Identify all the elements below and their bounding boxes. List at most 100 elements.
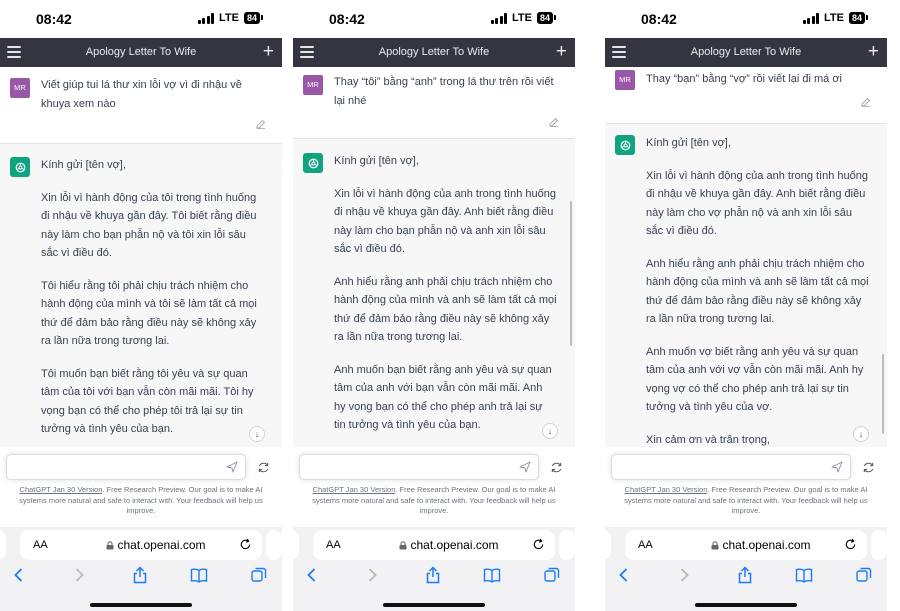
back-arrow-icon[interactable] <box>303 566 321 584</box>
pencil-icon[interactable] <box>861 97 871 107</box>
user-avatar: MR <box>10 78 30 98</box>
text-size-button[interactable]: AA <box>638 539 653 551</box>
bookmarks-icon[interactable] <box>483 566 501 584</box>
next-tab[interactable] <box>559 530 575 560</box>
battery-icon: 84 <box>848 12 869 24</box>
address-bar[interactable]: AA chat.openai.com <box>313 530 555 560</box>
paragraph: Anh muốn bạn biết rằng anh yêu và sự qua… <box>334 363 552 432</box>
address-bar[interactable]: AA chat.openai.com <box>20 530 262 560</box>
bookmarks-icon[interactable] <box>795 566 813 584</box>
address-bar[interactable]: AA chat.openai.com <box>625 530 867 560</box>
phone-screen-1: 08:42 LTE 84 Apology Letter To Wife + MR… <box>0 0 282 611</box>
paragraph: Anh hiểu rằng anh phải chịu trách nhiệm … <box>646 257 869 326</box>
paragraph: Xin lỗi vì hành động của anh trong tình … <box>646 169 869 238</box>
plus-icon[interactable]: + <box>868 40 879 64</box>
pencil-icon[interactable] <box>549 117 559 127</box>
version-link[interactable]: ChatGPT Jan 30 Version <box>313 485 396 494</box>
home-indicator[interactable] <box>695 603 797 607</box>
paragraph: Kính gửi [tên vợ], <box>41 159 126 171</box>
prev-tab[interactable] <box>0 530 6 560</box>
next-tab[interactable] <box>266 530 282 560</box>
forward-arrow-icon[interactable] <box>363 566 381 584</box>
phone-screen-2: 08:42 LTE 84 Apology Letter To Wife + MR… <box>293 0 575 611</box>
lock-icon <box>399 541 407 550</box>
version-link[interactable]: ChatGPT Jan 30 Version <box>20 485 103 494</box>
chat-header: Apology Letter To Wife + <box>293 38 575 67</box>
back-arrow-icon[interactable] <box>10 566 28 584</box>
hamburger-icon[interactable] <box>612 46 626 58</box>
refresh-icon[interactable] <box>257 461 270 474</box>
version-link[interactable]: ChatGPT Jan 30 Version <box>625 485 708 494</box>
next-tab[interactable] <box>871 530 887 560</box>
status-time: 08:42 <box>329 11 365 27</box>
user-avatar: MR <box>303 75 323 95</box>
chat-thread[interactable]: MR Thay “bạn” bằng “vợ” rồi viết lại đi … <box>605 67 887 447</box>
paragraph: Tôi hiểu rằng tôi phải chịu trách nhiệm … <box>41 279 257 348</box>
message-input[interactable] <box>299 454 539 480</box>
arrow-down-icon[interactable]: ↓ <box>853 426 869 442</box>
reload-icon[interactable] <box>239 538 252 551</box>
plus-icon[interactable]: + <box>556 40 567 64</box>
status-time: 08:42 <box>641 11 677 27</box>
status-bar: 08:42 LTE 84 <box>0 0 282 38</box>
prev-tab[interactable] <box>293 530 299 560</box>
home-indicator[interactable] <box>383 603 485 607</box>
battery-icon: 84 <box>536 12 557 24</box>
hamburger-icon[interactable] <box>7 46 21 58</box>
tabs-icon[interactable] <box>543 566 561 584</box>
arrow-down-icon[interactable]: ↓ <box>249 426 265 442</box>
browser-toolbar <box>605 566 887 588</box>
openai-logo-icon <box>10 157 30 177</box>
reload-icon[interactable] <box>844 538 857 551</box>
signal-icon <box>490 12 508 24</box>
chat-thread[interactable]: MR Viết giúp tui lá thư xin lỗi vợ vì đi… <box>0 67 282 447</box>
browser-bar: AA chat.openai.com <box>293 527 575 611</box>
chat-title: Apology Letter To Wife <box>690 46 802 58</box>
pencil-icon[interactable] <box>256 119 266 129</box>
assistant-message: Kính gửi [tên vợ], Xin lỗi vì hành động … <box>605 124 887 447</box>
user-message: MR Thay “bạn” bằng “vợ” rồi viết lại đi … <box>605 67 887 124</box>
browser-toolbar <box>0 566 282 588</box>
refresh-icon[interactable] <box>550 461 563 474</box>
message-input[interactable] <box>611 454 851 480</box>
text-size-button[interactable]: AA <box>33 539 48 551</box>
tabs-icon[interactable] <box>855 566 873 584</box>
url-text: chat.openai.com <box>685 538 837 552</box>
scrollbar[interactable] <box>882 354 884 434</box>
share-icon[interactable] <box>736 566 754 584</box>
arrow-down-icon[interactable]: ↓ <box>542 423 558 439</box>
composer: ChatGPT Jan 30 Version. Free Research Pr… <box>293 447 575 527</box>
paper-plane-icon[interactable] <box>519 461 531 473</box>
openai-logo-icon <box>615 135 635 155</box>
share-icon[interactable] <box>424 566 442 584</box>
user-avatar: MR <box>615 70 635 90</box>
paragraph: Xin lỗi vì hành động của anh trong tình … <box>334 187 557 256</box>
paper-plane-icon[interactable] <box>226 461 238 473</box>
browser-bar: AA chat.openai.com <box>0 527 282 611</box>
message-input[interactable] <box>6 454 246 480</box>
plus-icon[interactable]: + <box>263 40 274 64</box>
network-label: LTE <box>512 12 532 24</box>
paragraph: Anh muốn vợ biết rằng anh yêu và sự quan… <box>646 345 864 414</box>
assistant-message-text: Kính gửi [tên vợ], Xin lỗi vì hành động … <box>334 152 557 447</box>
scrollbar[interactable] <box>570 201 572 346</box>
bookmarks-icon[interactable] <box>190 566 208 584</box>
back-arrow-icon[interactable] <box>615 566 633 584</box>
hamburger-icon[interactable] <box>300 46 314 58</box>
browser-toolbar <box>293 566 575 588</box>
chat-title: Apology Letter To Wife <box>85 46 197 58</box>
home-indicator[interactable] <box>90 603 192 607</box>
prev-tab[interactable] <box>605 530 611 560</box>
reload-icon[interactable] <box>532 538 545 551</box>
refresh-icon[interactable] <box>862 461 875 474</box>
forward-arrow-icon[interactable] <box>675 566 693 584</box>
chat-thread[interactable]: MR Thay “tôi” bằng “anh” trong lá thư tr… <box>293 67 575 447</box>
tabs-icon[interactable] <box>250 566 268 584</box>
forward-arrow-icon[interactable] <box>70 566 88 584</box>
phone-screen-3: 08:42 LTE 84 Apology Letter To Wife + MR… <box>605 0 887 611</box>
share-icon[interactable] <box>131 566 149 584</box>
paper-plane-icon[interactable] <box>831 461 843 473</box>
url-text: chat.openai.com <box>80 538 232 552</box>
text-size-button[interactable]: AA <box>326 539 341 551</box>
composer: ChatGPT Jan 30 Version. Free Research Pr… <box>0 447 282 527</box>
